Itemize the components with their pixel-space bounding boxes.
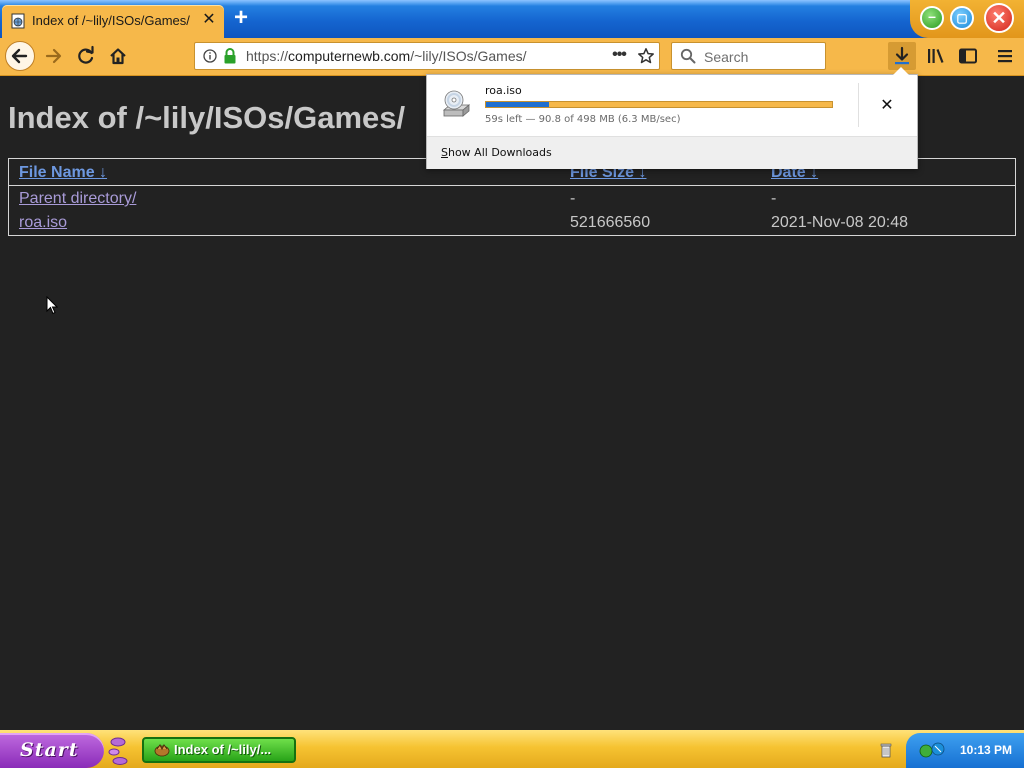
menu-button[interactable] xyxy=(992,42,1020,70)
show-all-downloads-label: Show All Downloads xyxy=(441,146,552,159)
page-title: Index of /~lily/ISOs/Games/ xyxy=(8,100,406,135)
search-icon xyxy=(680,48,696,64)
new-tab-button[interactable]: + xyxy=(229,6,253,31)
taskbar-item-browser[interactable]: Index of /~lily/... xyxy=(142,737,296,763)
download-progress-fill xyxy=(486,102,549,107)
library-button[interactable] xyxy=(922,42,950,70)
star-icon[interactable] xyxy=(637,47,655,65)
back-arrow-icon xyxy=(11,48,28,64)
tab-active[interactable]: Index of /~lily/ISOs/Games/ ✕ xyxy=(2,5,224,38)
show-all-downloads-button[interactable]: Show All Downloads xyxy=(427,136,917,169)
minimize-icon: – xyxy=(928,8,936,24)
hamburger-menu-icon xyxy=(998,50,1012,63)
sidebar-icon xyxy=(959,48,977,64)
download-filename: roa.iso xyxy=(485,84,522,97)
info-icon[interactable] xyxy=(203,49,217,63)
maximize-icon: ▢ xyxy=(956,11,968,25)
tab-strip: Index of /~lily/ISOs/Games/ ✕ + – ▢ ✕ xyxy=(0,0,1024,38)
home-icon xyxy=(110,48,126,65)
download-arrow-icon xyxy=(895,46,909,65)
page-content: Index of /~lily/ISOs/Games/ File Name ↓ … xyxy=(0,76,1024,730)
maximize-button[interactable]: ▢ xyxy=(950,6,974,30)
table-row-parent-date: - xyxy=(771,190,777,207)
recycle-bin-icon[interactable] xyxy=(880,742,892,758)
table-row-roa-date: 2021-Nov-08 20:48 xyxy=(771,214,908,231)
table-row-roa-size: 521666560 xyxy=(570,214,651,231)
network-icon[interactable] xyxy=(918,741,948,759)
tab-title: Index of /~lily/ISOs/Games/ xyxy=(32,13,190,28)
download-status: 59s left — 90.8 of 498 MB (6.3 MB/sec) xyxy=(485,114,681,125)
nav-toolbar: https://computernewb.com/~lily/ISOs/Game… xyxy=(0,38,1024,76)
downloads-button[interactable] xyxy=(888,42,916,70)
table-row-parent-size: - xyxy=(570,190,576,207)
url-host: computernewb.com xyxy=(288,48,411,64)
downloads-panel-arrow xyxy=(893,67,909,75)
url-text[interactable]: https://computernewb.com/~lily/ISOs/Game… xyxy=(246,48,527,64)
column-header-file-name[interactable]: File Name ↓ xyxy=(19,164,107,182)
search-bar[interactable]: Search xyxy=(671,42,826,70)
back-button[interactable] xyxy=(5,41,35,71)
close-window-button[interactable]: ✕ xyxy=(984,3,1014,33)
mouse-cursor-icon xyxy=(46,296,58,315)
taskbar-item-label: Index of /~lily/... xyxy=(174,742,272,757)
url-path: /~lily/ISOs/Games/ xyxy=(410,48,527,64)
table-row-parent-name-link[interactable]: Parent directory/ xyxy=(19,190,136,208)
download-item-separator xyxy=(858,83,859,127)
lock-icon[interactable] xyxy=(223,47,237,65)
page-actions-icon[interactable]: ••• xyxy=(609,47,629,65)
cancel-download-button[interactable]: ✕ xyxy=(875,93,899,117)
start-button[interactable]: Start xyxy=(0,733,104,768)
page-globe-icon xyxy=(11,13,25,29)
system-tray: 10:13 PM xyxy=(906,733,1024,768)
tab-close-icon[interactable]: ✕ xyxy=(200,11,218,29)
url-scheme: https:// xyxy=(246,48,289,64)
library-icon xyxy=(928,49,944,63)
start-label: Start xyxy=(20,739,79,761)
browser-icon xyxy=(154,744,170,757)
start-bubbles-icon xyxy=(108,737,128,765)
close-icon: ✕ xyxy=(991,8,1007,28)
table-header-divider xyxy=(9,185,1015,186)
search-input[interactable]: Search xyxy=(704,49,748,65)
download-item[interactable]: roa.iso 59s left — 90.8 of 498 MB (6.3 M… xyxy=(427,75,917,136)
taskbar: Start Index of /~lily/... 10:13 PM xyxy=(0,730,1024,768)
forward-button[interactable] xyxy=(40,42,68,70)
window-controls: – ▢ ✕ xyxy=(910,0,1024,38)
show-all-text: how All Downloads xyxy=(447,146,552,159)
reload-icon xyxy=(78,45,94,64)
table-row-roa-name-link[interactable]: roa.iso xyxy=(19,214,67,232)
reload-button[interactable] xyxy=(72,42,100,70)
url-bar[interactable]: https://computernewb.com/~lily/ISOs/Game… xyxy=(194,42,660,70)
cd-drive-icon xyxy=(442,90,471,117)
downloads-panel: roa.iso 59s left — 90.8 of 498 MB (6.3 M… xyxy=(426,67,918,169)
download-progress-bar xyxy=(485,101,833,108)
home-button[interactable] xyxy=(104,42,132,70)
minimize-button[interactable]: – xyxy=(920,6,944,30)
show-all-accesskey: S xyxy=(441,146,448,159)
sidebar-button[interactable] xyxy=(954,42,982,70)
system-clock: 10:13 PM xyxy=(960,743,1013,757)
file-listing-table: File Name ↓ File Size ↓ Date ↓ Parent di… xyxy=(8,158,1016,236)
forward-arrow-icon xyxy=(45,48,62,64)
